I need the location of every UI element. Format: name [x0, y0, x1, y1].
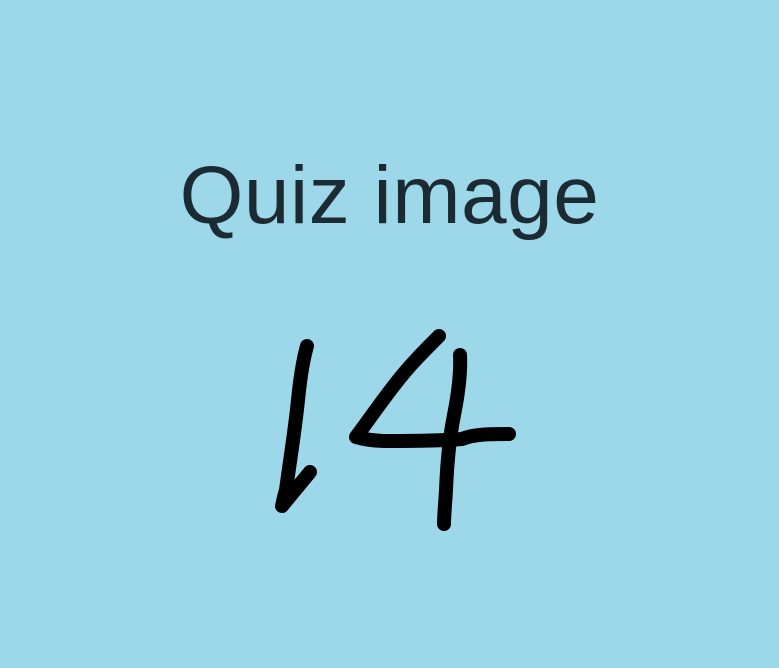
handwritten-number — [275, 329, 516, 531]
digit-four-diagonal-stroke — [349, 329, 516, 448]
digit-one-stroke — [275, 339, 317, 513]
quiz-slide: Quiz image 14 — [0, 0, 779, 668]
